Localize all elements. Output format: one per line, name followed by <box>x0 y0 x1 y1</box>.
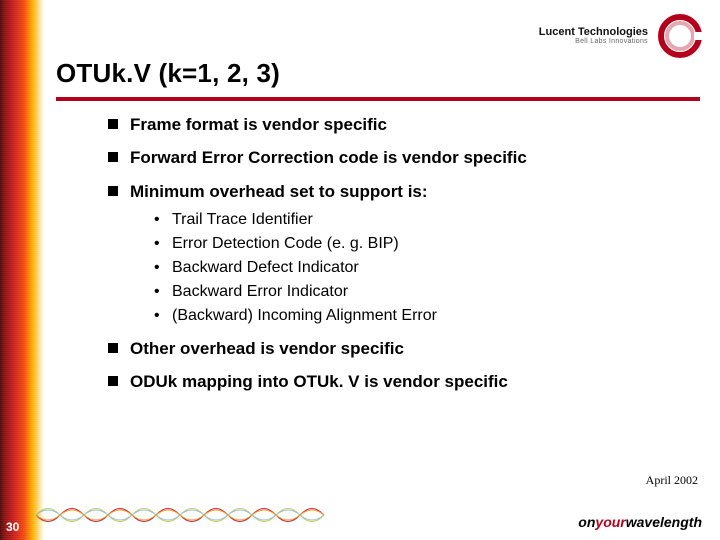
bullet-item: Other overhead is vendor specific <box>108 338 690 359</box>
brand-tagline: Bell Labs Innovations <box>539 38 648 46</box>
sub-bullet-text: Backward Error Indicator <box>172 283 348 300</box>
sub-bullet-text: Backward Defect Indicator <box>172 259 359 276</box>
footer-date: April 2002 <box>646 473 698 488</box>
brand-logo: Lucent Technologies Bell Labs Innovation… <box>539 14 702 58</box>
sub-bullet-item: Backward Defect Indicator <box>154 258 690 278</box>
footer-tagline: onyourwavelength <box>578 514 702 530</box>
bullet-item: Forward Error Correction code is vendor … <box>108 147 690 168</box>
title-block: OTUk.V (k=1, 2, 3) <box>56 58 700 101</box>
sub-bullet-item: Error Detection Code (e. g. BIP) <box>154 234 690 254</box>
bullet-text: Other overhead is vendor specific <box>130 339 404 358</box>
sub-bullet-item: Trail Trace Identifier <box>154 210 690 230</box>
footer-tag-accent: your <box>595 514 625 530</box>
page-number: 30 <box>6 520 19 534</box>
footer-tag-pre: on <box>578 514 595 530</box>
bullet-item: ODUk mapping into OTUk. V is vendor spec… <box>108 371 690 392</box>
sub-bullet-item: Backward Error Indicator <box>154 282 690 302</box>
sub-bullet-text: (Backward) Incoming Alignment Error <box>172 307 437 324</box>
sub-bullet-list: Trail Trace Identifier Error Detection C… <box>154 210 690 326</box>
bullet-item: Frame format is vendor specific <box>108 114 690 135</box>
title-underline <box>56 97 700 101</box>
bullet-text: Minimum overhead set to support is: <box>130 182 428 201</box>
dna-decoration-icon <box>36 502 326 528</box>
content-area: Frame format is vendor specific Forward … <box>108 114 690 404</box>
sub-bullet-text: Error Detection Code (e. g. BIP) <box>172 235 399 252</box>
brand-text: Lucent Technologies Bell Labs Innovation… <box>539 26 648 46</box>
bullet-text: Forward Error Correction code is vendor … <box>130 148 527 167</box>
sub-bullet-item: (Backward) Incoming Alignment Error <box>154 306 690 326</box>
slide-title: OTUk.V (k=1, 2, 3) <box>56 58 700 89</box>
footer-tag-post: wavelength <box>626 514 702 530</box>
brand-ring-icon <box>658 14 702 58</box>
bullet-text: Frame format is vendor specific <box>130 115 387 134</box>
bullet-item: Minimum overhead set to support is: Trai… <box>108 181 690 326</box>
slide: Lucent Technologies Bell Labs Innovation… <box>0 0 720 540</box>
sub-bullet-text: Trail Trace Identifier <box>172 211 313 228</box>
decorative-left-strip <box>0 0 44 540</box>
bullet-list: Frame format is vendor specific Forward … <box>108 114 690 392</box>
bullet-text: ODUk mapping into OTUk. V is vendor spec… <box>130 372 508 391</box>
brand-name: Lucent Technologies <box>539 26 648 38</box>
